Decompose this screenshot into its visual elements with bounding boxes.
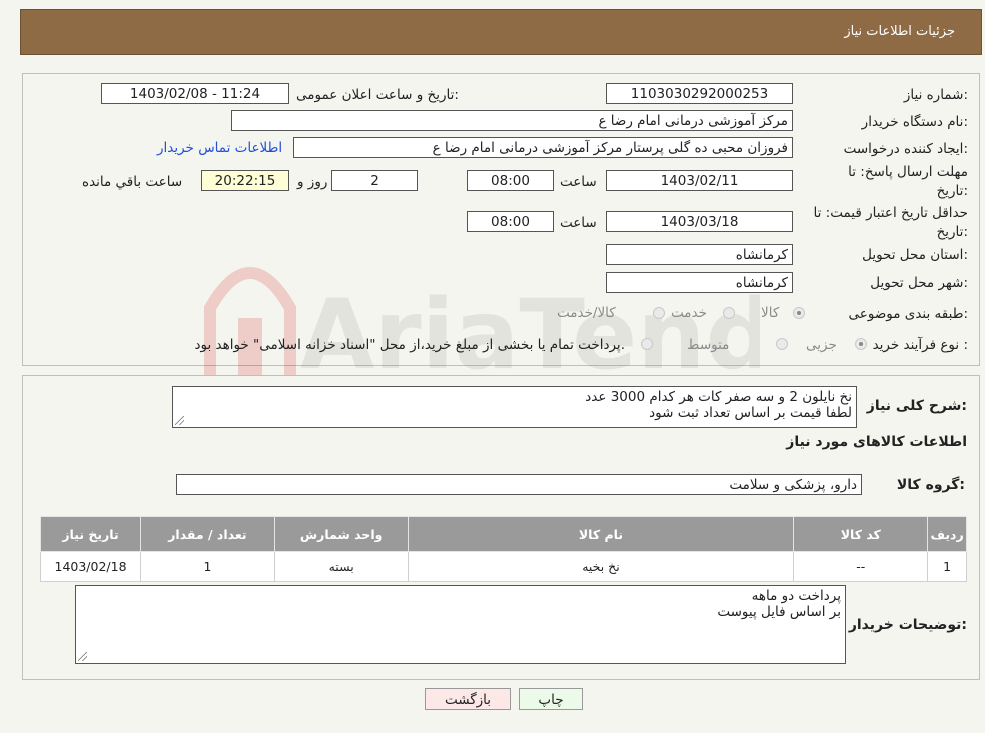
treasury-note: پرداخت تمام یا بخشی از مبلغ خرید،از محل … [194, 337, 625, 353]
cell-goods-name: نخ بخیه [407, 551, 795, 582]
col-goods-code: کد کالا [793, 516, 929, 552]
buyer-notes-line-2: بر اساس فایل پیوست [717, 604, 841, 620]
category-option-service: خدمت [671, 305, 707, 321]
buyer-org-field: مرکز آموزشی درمانی امام رضا ع [231, 110, 793, 131]
creator-field: فروزان محبی ده گلی پرستار مرکز آموزشی در… [293, 137, 793, 158]
summary-textarea[interactable]: نخ نایلون 2 و سه صفر کات هر کدام 3000 عد… [172, 386, 857, 428]
buyer-notes-textarea[interactable]: پرداخت دو ماهه بر اساس فایل پیوست [75, 585, 846, 664]
process-radio-minor[interactable] [855, 338, 867, 350]
deadline-date-field: 1403/02/11 [606, 170, 793, 191]
goods-group-label: گروه کالا: [896, 477, 965, 493]
deadline-label: مهلت ارسال پاسخ: تا تاریخ: [848, 164, 968, 199]
cell-need-date: 1403/02/18 [39, 551, 142, 582]
buyer-contact-link[interactable]: اطلاعات تماس خریدار [157, 140, 282, 156]
days-label: روز و [297, 174, 328, 190]
need-number-label: شماره نیاز: [903, 87, 968, 103]
back-button[interactable]: بازگشت [425, 688, 511, 710]
city-label: شهر محل تحویل: [870, 275, 968, 291]
process-option-minor: جزیی [806, 337, 837, 353]
page-header: جزئیات اطلاعات نیاز [20, 9, 982, 55]
price-validity-time-label: ساعت [560, 215, 597, 231]
announce-date-field: 1403/02/08 - 11:24 [101, 83, 289, 104]
remaining-time-label: ساعت باقي مانده [82, 174, 183, 190]
buyer-notes-label: توضیحات خریدار: [848, 617, 967, 633]
process-type-label: نوع فرآیند خرید : [872, 337, 968, 353]
cell-row: 1 [927, 551, 967, 582]
col-row: ردیف [927, 516, 967, 552]
category-option-goods-service: کالا/خدمت [557, 305, 616, 321]
price-validity-time-field: 08:00 [467, 211, 554, 232]
summary-line-1: نخ نایلون 2 و سه صفر کات هر کدام 3000 عد… [585, 389, 852, 405]
province-field: کرمانشاه [606, 244, 793, 265]
summary-line-2: لطفا قیمت بر اساس تعداد ثبت شود [649, 405, 852, 421]
cell-unit: بسته [273, 551, 409, 582]
deadline-time-label: ساعت [560, 174, 597, 190]
process-radio-medium[interactable] [776, 338, 788, 350]
buyer-notes-line-1: پرداخت دو ماهه [751, 588, 841, 604]
need-number-field: 1103030292000253 [606, 83, 793, 104]
resize-grip-icon[interactable] [175, 416, 184, 425]
category-option-goods: کالا [761, 305, 780, 321]
cell-goods-code: -- [793, 551, 929, 582]
goods-table-header: تاریخ نیاز تعداد / مقدار واحد شمارش نام … [39, 516, 967, 552]
col-unit: واحد شمارش [273, 516, 409, 552]
summary-label: شرح کلی نیاز: [866, 398, 967, 414]
resize-grip-icon[interactable] [78, 652, 87, 661]
creator-label: ایجاد کننده درخواست: [843, 141, 968, 157]
category-label: طبقه بندی موضوعی: [848, 306, 968, 322]
category-radio-goods-service[interactable] [653, 307, 665, 319]
col-need-date: تاریخ نیاز [39, 516, 142, 552]
days-remaining-field: 2 [331, 170, 418, 191]
table-row[interactable]: 1403/02/18 1 بسته نخ بخیه -- 1 [39, 551, 967, 582]
category-radio-service[interactable] [723, 307, 735, 319]
goods-table: تاریخ نیاز تعداد / مقدار واحد شمارش نام … [39, 516, 967, 582]
col-goods-name: نام کالا [407, 516, 795, 552]
remaining-time-field: 20:22:15 [201, 170, 289, 191]
category-radio-goods[interactable] [793, 307, 805, 319]
buyer-org-label: نام دستگاه خریدار: [861, 114, 968, 130]
page-title: جزئیات اطلاعات نیاز [844, 24, 955, 39]
price-validity-label: حداقل تاريخ اعتبار قيمت: تا تاریخ: [813, 205, 968, 240]
goods-info-title: اطلاعات کالاهای مورد نیاز [786, 434, 967, 450]
city-field: کرمانشاه [606, 272, 793, 293]
treasury-checkbox[interactable] [641, 338, 653, 350]
process-option-medium: متوسط [687, 337, 730, 353]
print-button[interactable]: چاپ [519, 688, 583, 710]
province-label: استان محل تحویل: [862, 247, 968, 263]
announce-date-label: تاریخ و ساعت اعلان عمومی: [296, 87, 459, 103]
col-quantity: تعداد / مقدار [140, 516, 275, 552]
deadline-time-field: 08:00 [467, 170, 554, 191]
cell-quantity: 1 [140, 551, 275, 582]
goods-group-field: دارو، پزشکی و سلامت [176, 474, 862, 495]
price-validity-date-field: 1403/03/18 [606, 211, 793, 232]
